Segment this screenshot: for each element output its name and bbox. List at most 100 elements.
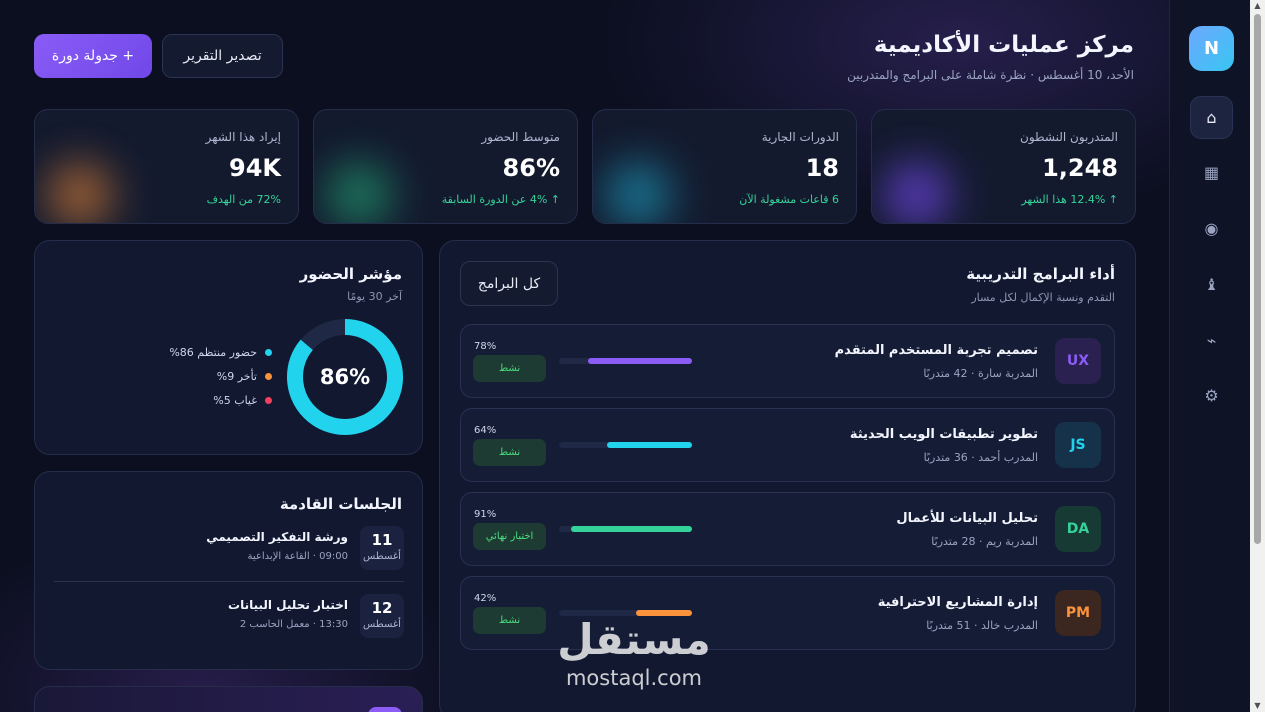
course-progress-bar (559, 442, 692, 448)
stat-glow (314, 150, 414, 223)
programs-panel: أداء البرامج التدريبية التقدم ونسبة الإك… (439, 240, 1136, 712)
programs-subtitle: التقدم ونسبة الإكمال لكل مسار (971, 291, 1115, 304)
donut-center-value: 86% (320, 365, 370, 389)
session-meta: 09:00 · القاعة الإبداعية (247, 551, 348, 562)
attendance-subtitle: آخر 30 يومًا (347, 290, 402, 303)
stat-card-active-trainees: المتدربون النشطون 1,248 ↑ 12.4% هذا الشه… (871, 109, 1136, 224)
course-code-icon: DA (1055, 506, 1101, 552)
course-status-badge: نشط (473, 439, 546, 466)
scroll-up-arrow-icon[interactable]: ▲ (1253, 2, 1262, 10)
course-percent: 91% (474, 509, 497, 520)
app-viewport: مركز عمليات الأكاديمية الأحد، 10 أغسطس ·… (0, 0, 1250, 712)
stat-value: 86% (502, 154, 560, 182)
legend-dot (265, 397, 272, 404)
course-row-da[interactable]: DA تحليل البيانات للأعمال المدربة ريم · … (460, 492, 1115, 566)
legend-label: حضور منتظم 86% (169, 346, 257, 359)
stat-delta: ↑ 4% عن الدورة السابقة (441, 193, 560, 206)
course-progress-fill (570, 526, 692, 532)
watermark-latin: mostaql.com (565, 666, 703, 690)
session-date: 11 أغسطس (360, 526, 404, 570)
all-programs-button[interactable]: كل البرامج (460, 261, 558, 306)
course-name: تصميم تجربة المستخدم المتقدم (834, 343, 1038, 358)
stat-label: الدورات الجارية (761, 130, 839, 144)
session-item[interactable]: 12 أغسطس اختبار تحليل البيانات 13:30 · م… (54, 594, 404, 642)
scroll-thumb[interactable] (1254, 14, 1261, 544)
legend-item-late: تأخر 9% (217, 370, 272, 383)
legend-item-regular: حضور منتظم 86% (169, 346, 272, 359)
course-meta: المدربة ريم · 28 متدربًا (931, 535, 1038, 548)
attendance-panel: مؤشر الحضور آخر 30 يومًا 86% حضور منتظم … (34, 240, 423, 455)
course-row-ux[interactable]: UX تصميم تجربة المستخدم المتقدم المدربة … (460, 324, 1115, 398)
course-name: تطوير تطبيقات الويب الحديثة (849, 427, 1038, 442)
course-status-badge: نشط (473, 607, 546, 634)
stat-glow (35, 150, 135, 223)
page-subtitle: الأحد، 10 أغسطس · نظرة شاملة على البرامج… (847, 68, 1134, 82)
attendance-title: مؤشر الحضور (299, 265, 402, 283)
session-name: ورشة التفكير التصميمي (206, 530, 348, 544)
stat-value: 1,248 (1042, 154, 1118, 182)
stat-delta: ↑ 12.4% هذا الشهر (1021, 193, 1118, 206)
stat-label: متوسط الحضور (481, 130, 560, 144)
legend-label: تأخر 9% (216, 370, 257, 383)
promo-icon (368, 707, 402, 712)
course-meta: المدرب أحمد · 36 متدربًا (923, 451, 1038, 464)
bolt-icon[interactable]: ⌁ (1190, 319, 1233, 362)
stat-glow (593, 150, 693, 223)
stat-card-monthly-revenue: إيراد هذا الشهر 94K 72% من الهدف (34, 109, 299, 224)
course-percent: 64% (474, 425, 497, 436)
stat-label: إيراد هذا الشهر (205, 130, 281, 144)
course-row-js[interactable]: JS تطوير تطبيقات الويب الحديثة المدرب أح… (460, 408, 1115, 482)
settings-icon[interactable]: ⚙ (1190, 374, 1233, 417)
stat-label: المتدربون النشطون (1020, 130, 1118, 144)
course-percent: 42% (474, 593, 497, 604)
stat-glow (872, 150, 972, 223)
session-item[interactable]: 11 أغسطس ورشة التفكير التصميمي 09:00 · ا… (54, 526, 404, 574)
stat-delta: 72% من الهدف (206, 193, 281, 206)
user-icon[interactable]: ♝ (1190, 263, 1233, 306)
app-logo[interactable]: N (1189, 26, 1234, 71)
session-divider (54, 581, 404, 582)
stat-delta: 6 قاعات مشغولة الآن (739, 193, 839, 206)
sidebar: N ⌂ ▦ ◉ ♝ ⌁ ⚙ (1169, 0, 1250, 712)
course-code-icon: PM (1055, 590, 1101, 636)
session-meta: 13:30 · معمل الحاسب 2 (239, 619, 348, 630)
home-icon[interactable]: ⌂ (1190, 96, 1233, 139)
legend-dot (265, 349, 272, 356)
target-icon[interactable]: ◉ (1190, 207, 1233, 250)
course-progress-fill (606, 442, 692, 448)
legend-label: غياب 5% (213, 394, 257, 407)
page-title: مركز عمليات الأكاديمية (873, 32, 1134, 58)
session-name: اختبار تحليل البيانات (228, 598, 348, 612)
export-report-button[interactable]: تصدير التقرير (162, 34, 283, 78)
stat-card-running-courses: الدورات الجارية 18 6 قاعات مشغولة الآن (592, 109, 857, 224)
sessions-title: الجلسات القادمة (279, 495, 402, 513)
course-meta: المدربة سارة · 42 متدربًا (923, 367, 1038, 380)
session-day: 11 (371, 531, 393, 549)
course-status-badge: نشط (473, 355, 546, 382)
course-name: تحليل البيانات للأعمال (896, 511, 1038, 526)
legend-dot (265, 373, 272, 380)
page-scrollbar[interactable]: ▲ ▼ (1250, 0, 1265, 712)
course-percent: 78% (474, 341, 497, 352)
stat-value: 94K (229, 154, 281, 182)
course-meta: المدرب خالد · 51 متدربًا (926, 619, 1038, 632)
scroll-down-arrow-icon[interactable]: ▼ (1253, 702, 1262, 710)
course-name: إدارة المشاريع الاحترافية (877, 595, 1038, 610)
watermark-logo: مستقل mostaql.com (549, 615, 719, 700)
attendance-donut-chart: 86% (287, 319, 403, 435)
grid-icon[interactable]: ▦ (1190, 151, 1233, 194)
course-status-badge: اختبار نهائي (473, 523, 546, 550)
stat-value: 18 (805, 154, 839, 182)
session-month: أغسطس (363, 619, 401, 630)
programs-title: أداء البرامج التدريبية (966, 265, 1115, 283)
promo-panel (34, 686, 423, 712)
course-progress-bar (559, 526, 692, 532)
upcoming-sessions-panel: الجلسات القادمة 11 أغسطس ورشة التفكير ال… (34, 471, 423, 670)
legend-item-absent: غياب 5% (213, 394, 272, 407)
course-progress-bar (559, 358, 692, 364)
session-day: 12 (371, 599, 393, 617)
course-code-icon: UX (1055, 338, 1101, 384)
watermark-arabic: مستقل (557, 615, 711, 664)
course-code-icon: JS (1055, 422, 1101, 468)
schedule-course-button[interactable]: + جدولة دورة (34, 34, 152, 78)
